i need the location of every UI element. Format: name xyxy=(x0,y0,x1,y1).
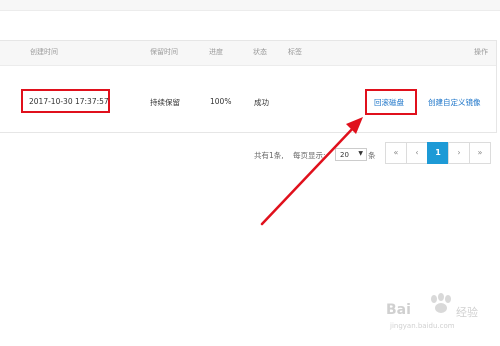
baidu-jingyan-watermark: Bai 经验 jingyan.baidu.com xyxy=(386,290,496,338)
watermark-brand: Bai xyxy=(386,302,411,318)
watermark-brand-suffix: 经验 xyxy=(456,306,478,319)
watermark-url: jingyan.baidu.com xyxy=(390,322,455,330)
